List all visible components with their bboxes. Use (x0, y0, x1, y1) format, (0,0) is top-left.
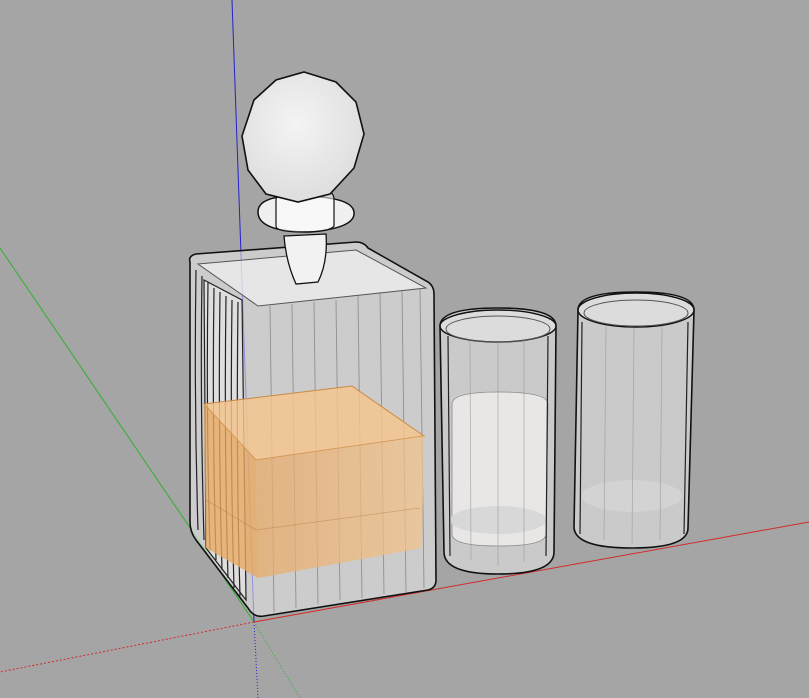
red-axis-negative (0, 621, 255, 673)
decanter-liquid (202, 385, 426, 578)
glass-left[interactable] (439, 307, 557, 575)
decanter[interactable] (188, 71, 437, 618)
scene-canvas[interactable] (0, 0, 809, 698)
glass-right[interactable] (573, 291, 695, 549)
green-axis-negative (253, 621, 301, 698)
glass-right-rim (577, 292, 695, 328)
3d-viewport[interactable] (0, 0, 809, 698)
stopper-ball (241, 71, 365, 203)
blue-axis-negative (253, 621, 259, 698)
